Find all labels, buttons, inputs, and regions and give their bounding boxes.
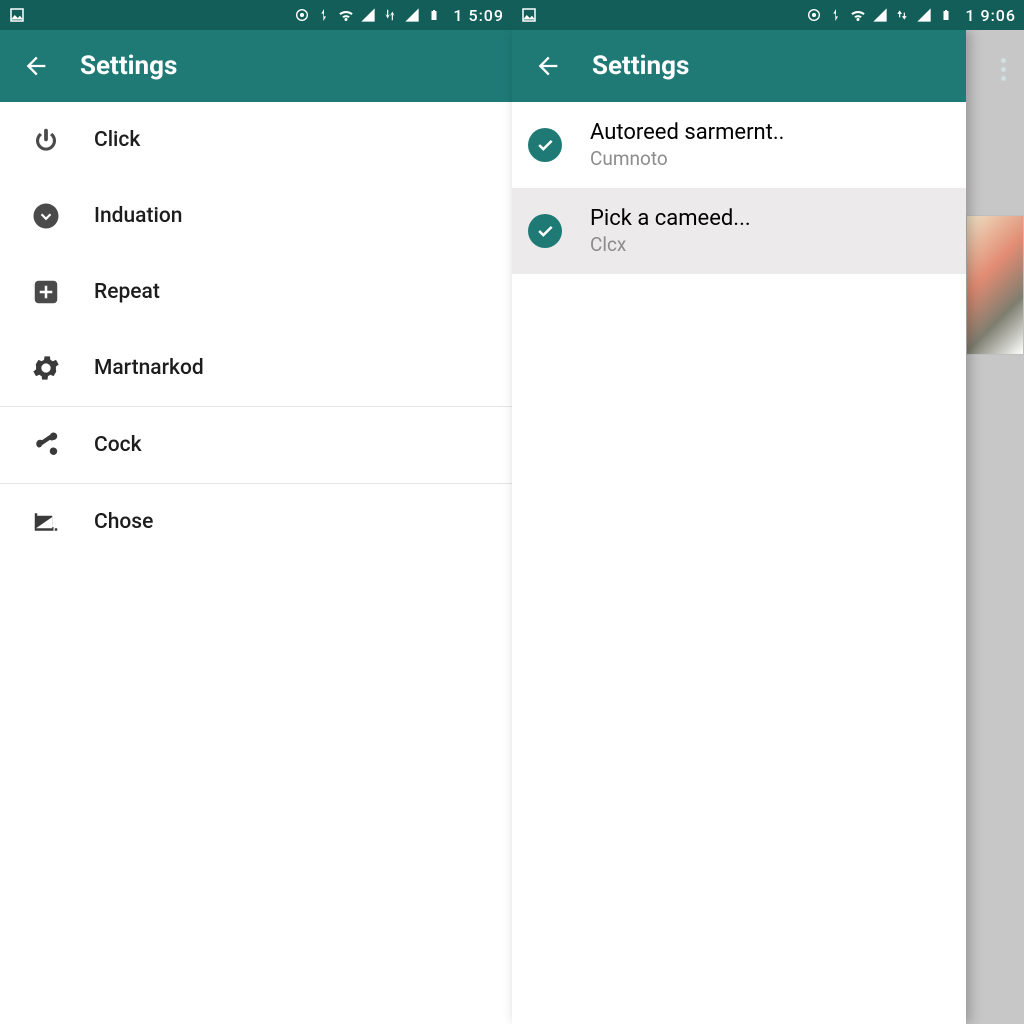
list-item-martnarkod[interactable]: Martnarkod [0,330,512,406]
share-icon [12,430,80,460]
phone-left: 1 5:09 Settings Click Induation Repeat [0,0,512,1024]
list-item-label: Chose [94,510,153,534]
app-bar-title: Settings [80,51,177,81]
image-icon [520,6,538,24]
arrow-left-icon [534,52,562,80]
battery-icon [937,6,955,24]
list-item-induation[interactable]: Induation [0,178,512,254]
arrow-left-icon [22,52,50,80]
plus-box-icon [12,277,80,307]
app-bar: Settings [0,30,512,102]
list-item-label: Cock [94,433,142,457]
status-bar: 1 5:09 [0,0,512,30]
list-item-repeat[interactable]: Repeat [0,254,512,330]
phone-right: 1 9:06 Settings Autoreed sarmernt.. Cumn… [512,0,1024,1024]
option-title: Autoreed sarmernt.. [590,120,784,145]
data-icon [381,6,399,24]
battery-icon [425,6,443,24]
app-bar-title: Settings [592,51,689,81]
list-item-chose[interactable]: Chose [0,484,512,560]
location-icon [805,6,823,24]
vibrate-icon [827,6,845,24]
wifi-icon [849,6,867,24]
list-item-cock[interactable]: Cock [0,407,512,483]
option-pick-cameed[interactable]: Pick a cameed... Clcx [512,188,966,274]
back-button[interactable] [526,44,570,88]
vibrate-icon [315,6,333,24]
crop-icon [12,507,80,537]
image-icon [8,6,26,24]
option-subtitle: Cumnoto [590,147,784,170]
signal-icon [359,6,377,24]
data-icon [893,6,911,24]
settings-sheet: Settings Autoreed sarmernt.. Cumnoto Pic… [512,30,966,1024]
location-icon [293,6,311,24]
list-item-label: Repeat [94,280,160,304]
overflow-menu-button[interactable] [1001,56,1006,83]
list-item-label: Martnarkod [94,356,204,380]
list-item-label: Click [94,128,140,152]
status-time: 1 9:06 [965,6,1016,25]
status-time: 1 5:09 [453,6,504,25]
gear-icon [12,352,80,384]
option-subtitle: Clcx [590,233,751,256]
option-title: Pick a cameed... [590,206,751,231]
list-item-label: Induation [94,204,182,228]
list-item-click[interactable]: Click [0,102,512,178]
wifi-icon [337,6,355,24]
status-bar: 1 9:06 [512,0,1024,30]
signal2-icon [403,6,421,24]
back-button[interactable] [14,44,58,88]
settings-list: Click Induation Repeat Martnarkod Cock [0,102,512,560]
option-autoreed[interactable]: Autoreed sarmernt.. Cumnoto [512,102,966,188]
check-circle-icon [528,214,562,248]
more-vert-icon [1001,58,1006,63]
signal-icon [871,6,889,24]
check-circle-icon [528,128,562,162]
app-bar: Settings [512,30,966,102]
signal2-icon [915,6,933,24]
power-icon [12,125,80,155]
download-circle-icon [12,201,80,231]
background-thumbnail [966,215,1024,355]
